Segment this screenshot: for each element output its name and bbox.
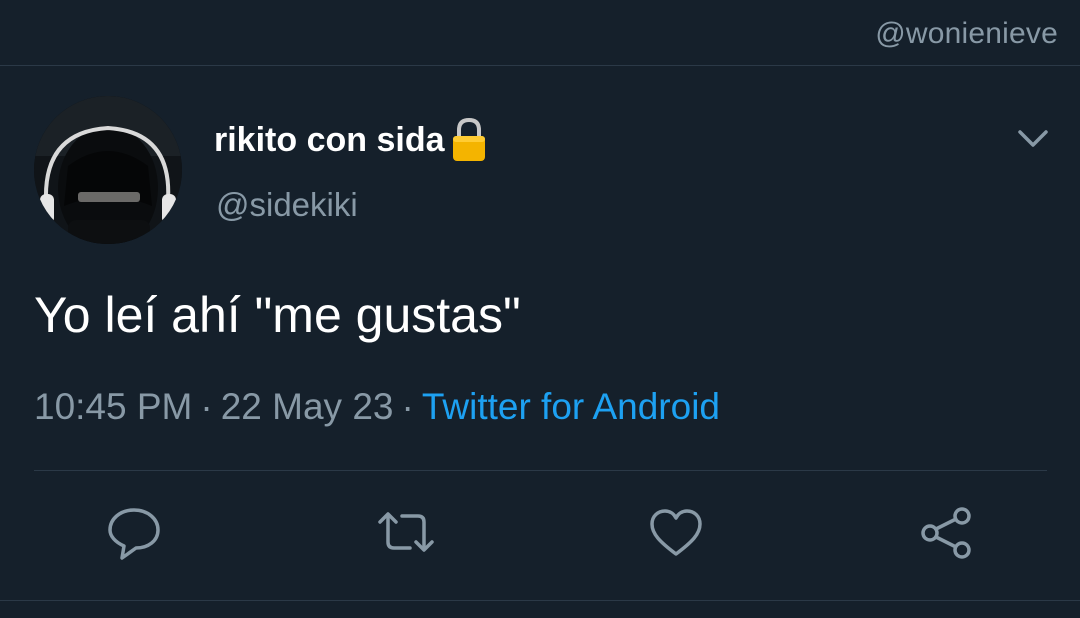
like-button[interactable] [646, 500, 706, 566]
author-display-name[interactable]: rikito con sida [214, 121, 445, 160]
tweet-text: Yo leí ahí "me gustas" [34, 287, 521, 343]
tweet-metadata: 10:45 PM · 22 May 23 · Twitter for Android [34, 386, 720, 428]
lock-icon [449, 117, 489, 163]
author-name-row[interactable]: rikito con sida [214, 116, 489, 164]
top-bar: @wonienieve [0, 0, 1080, 66]
meta-separator: · [401, 386, 414, 427]
action-bar [0, 500, 1080, 570]
chevron-down-icon[interactable] [1014, 124, 1052, 154]
bottom-divider [0, 600, 1080, 601]
share-button[interactable] [916, 500, 976, 566]
avatar-image [34, 96, 182, 244]
share-icon [921, 507, 971, 559]
reply-button[interactable] [104, 500, 164, 566]
tweet-date: 22 May 23 [220, 386, 394, 427]
divider [34, 470, 1047, 471]
retweet-button[interactable] [376, 500, 436, 566]
tweet-time: 10:45 PM [34, 386, 193, 427]
watermark-handle: @wonienieve [875, 17, 1058, 50]
retweet-icon [378, 512, 434, 552]
tweet-source-link[interactable]: Twitter for Android [422, 386, 720, 427]
heart-icon [650, 509, 702, 556]
comment-icon [108, 508, 160, 560]
avatar[interactable] [34, 96, 182, 244]
meta-separator: · [200, 386, 213, 427]
author-handle[interactable]: @sidekiki [216, 186, 358, 224]
